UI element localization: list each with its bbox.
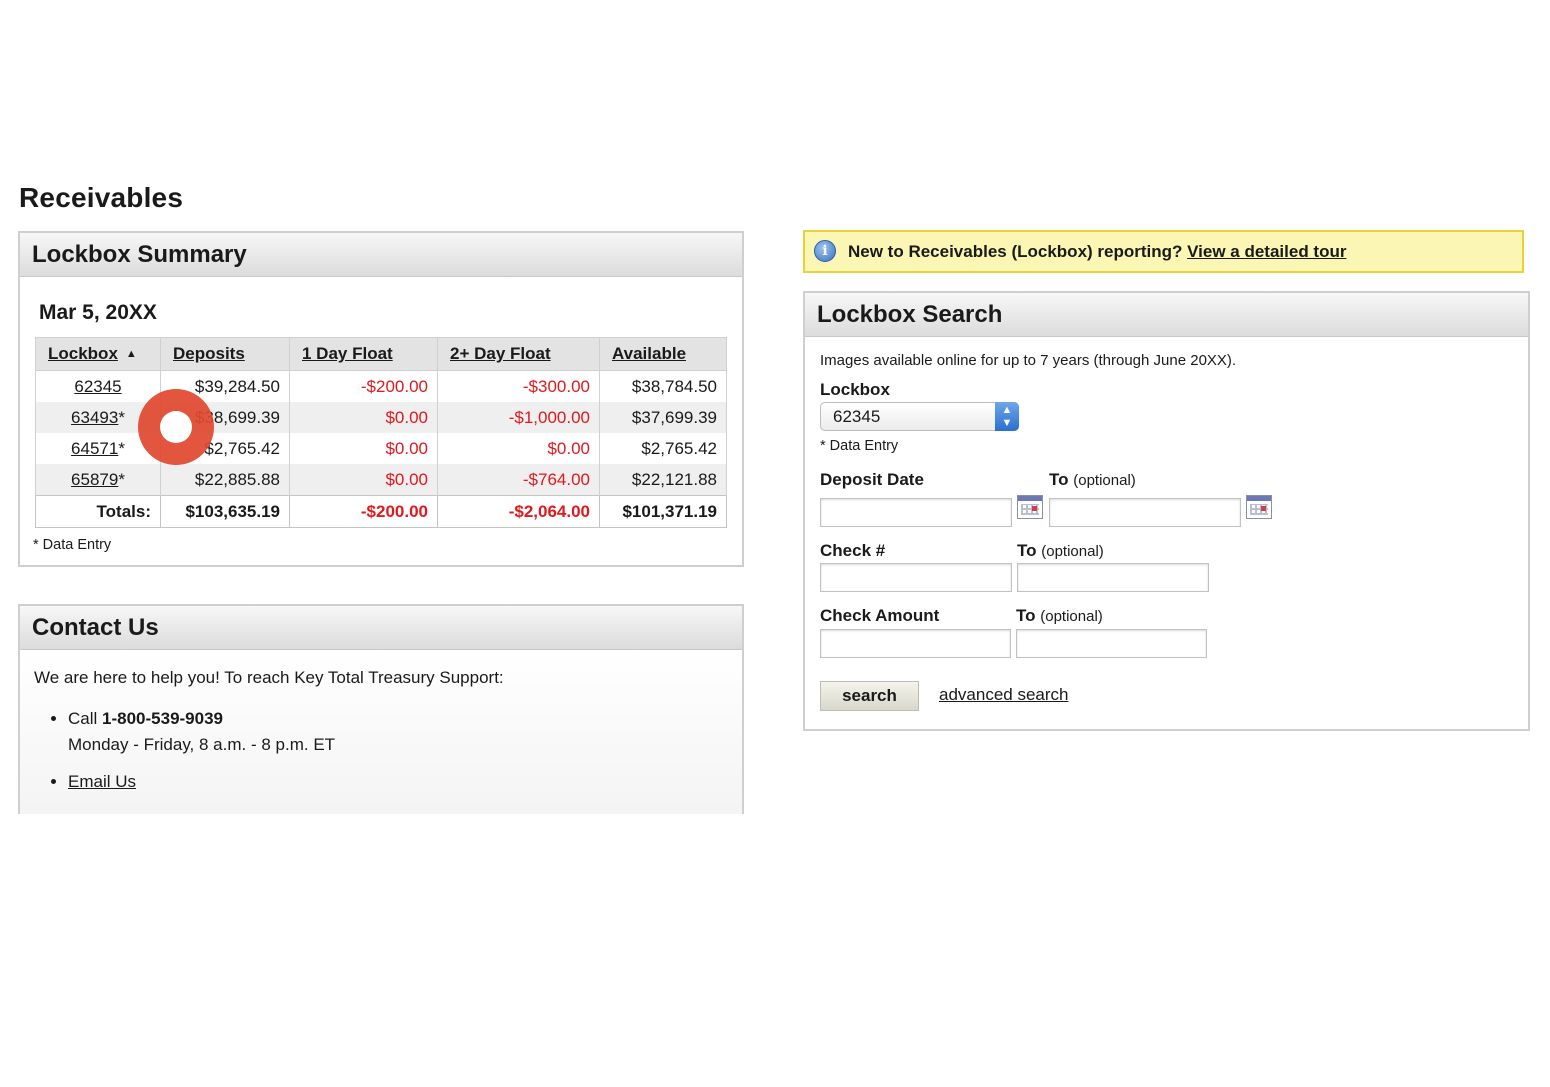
column-header-deposits[interactable]: Deposits xyxy=(160,337,290,371)
data-entry-marker: * xyxy=(118,469,125,489)
deposit-date-from-input[interactable] xyxy=(820,498,1012,527)
images-availability-note: Images available online for up to 7 year… xyxy=(820,352,1237,369)
to-text: To xyxy=(1017,541,1037,560)
lockbox-summary-panel: Lockbox Summary Mar 5, 20XX Lockbox ▲ Dep… xyxy=(18,231,744,567)
data-entry-note: * Data Entry xyxy=(820,438,899,454)
data-entry-footnote: * Data Entry xyxy=(33,537,112,553)
float-1-day-cell: -$200.00 xyxy=(289,370,438,402)
available-cell: $22,121.88 xyxy=(599,464,727,496)
summary-date: Mar 5, 20XX xyxy=(39,301,157,324)
float-1-day-cell: $0.00 xyxy=(289,464,438,496)
column-header-available[interactable]: Available xyxy=(599,337,727,371)
column-header-lockbox[interactable]: Lockbox ▲ xyxy=(35,337,161,371)
check-number-label: Check # xyxy=(820,541,886,560)
data-entry-marker: * xyxy=(118,407,125,427)
totals-label: Totals: xyxy=(35,495,161,528)
lockbox-select-value: 62345 xyxy=(833,407,881,426)
search-button[interactable]: search xyxy=(820,681,919,711)
float-2-day-cell: $0.00 xyxy=(437,433,600,464)
support-phone: 1-800-539-9039 xyxy=(102,709,223,728)
available-cell: $38,784.50 xyxy=(599,370,727,402)
advanced-search-link[interactable]: advanced search xyxy=(939,685,1068,705)
lockbox-cell: 65879* xyxy=(35,464,161,496)
lockbox-summary-header: Lockbox Summary xyxy=(20,233,742,277)
contact-email-item: Email Us xyxy=(68,769,335,795)
available-cell: $2,765.42 xyxy=(599,433,727,464)
sort-lockbox-link[interactable]: Lockbox xyxy=(48,344,118,363)
totals-float-2-day: -$2,064.00 xyxy=(437,495,600,528)
lockbox-link[interactable]: 62345 xyxy=(74,377,121,396)
column-header-2-day-float[interactable]: 2+ Day Float xyxy=(437,337,600,371)
tour-info-bar: i New to Receivables (Lockbox) reporting… xyxy=(803,230,1524,273)
table-row: 65879* $22,885.88 $0.00 -$764.00 $22,121… xyxy=(35,464,727,496)
check-amount-label: Check Amount xyxy=(820,606,940,625)
float-2-day-cell: -$764.00 xyxy=(437,464,600,496)
sort-1-day-float-link[interactable]: 1 Day Float xyxy=(302,344,393,363)
optional-text: (optional) xyxy=(1041,543,1104,560)
contact-us-header: Contact Us xyxy=(20,606,742,650)
check-amount-to-input[interactable] xyxy=(1016,629,1207,658)
float-1-day-cell: $0.00 xyxy=(289,402,438,433)
data-entry-marker: * xyxy=(118,438,125,458)
lockbox-cell: 62345 xyxy=(35,370,161,402)
check-number-to-label: To (optional) xyxy=(1017,541,1104,561)
tour-info-text: New to Receivables (Lockbox) reporting? xyxy=(848,242,1188,261)
totals-row: Totals: $103,635.19 -$200.00 -$2,064.00 … xyxy=(35,495,727,528)
table-row: 62345 $39,284.50 -$200.00 -$300.00 $38,7… xyxy=(35,370,727,402)
lockbox-label: Lockbox xyxy=(820,380,890,399)
sort-2-day-float-link[interactable]: 2+ Day Float xyxy=(450,344,551,363)
contact-list: Call 1-800-539-9039 Monday - Friday, 8 a… xyxy=(44,706,335,806)
page-title: Receivables xyxy=(19,182,184,213)
check-number-to-input[interactable] xyxy=(1017,563,1209,592)
float-2-day-cell: -$1,000.00 xyxy=(437,402,600,433)
to-text: To xyxy=(1049,470,1069,489)
info-icon: i xyxy=(814,240,836,262)
select-updown-icon[interactable]: ▲ ▼ xyxy=(995,402,1019,431)
deposit-date-to-label: To (optional) xyxy=(1049,470,1136,490)
call-prefix: Call xyxy=(68,709,103,728)
touch-indicator xyxy=(138,389,214,465)
column-header-1-day-float[interactable]: 1 Day Float xyxy=(289,337,438,371)
totals-float-1-day: -$200.00 xyxy=(289,495,438,528)
lockbox-link[interactable]: 65879 xyxy=(71,470,118,489)
email-us-link[interactable]: Email Us xyxy=(68,772,136,791)
detailed-tour-link[interactable]: View a detailed tour xyxy=(1187,242,1346,261)
deposit-date-to-input[interactable] xyxy=(1049,498,1241,527)
totals-available: $101,371.19 xyxy=(599,495,727,528)
check-amount-from-input[interactable] xyxy=(820,629,1011,658)
sort-available-link[interactable]: Available xyxy=(612,344,686,363)
lockbox-select[interactable]: 62345 ▲ ▼ xyxy=(820,402,1019,431)
lockbox-search-panel: Lockbox Search Images available online f… xyxy=(803,291,1530,731)
sort-deposits-link[interactable]: Deposits xyxy=(173,344,245,363)
deposit-date-label: Deposit Date xyxy=(820,470,924,489)
lockbox-link[interactable]: 63493 xyxy=(71,408,118,427)
contact-intro: We are here to help you! To reach Key To… xyxy=(34,668,504,687)
calendar-icon[interactable] xyxy=(1017,495,1043,519)
check-number-from-input[interactable] xyxy=(820,563,1012,592)
contact-phone-item: Call 1-800-539-9039 Monday - Friday, 8 a… xyxy=(68,706,335,758)
totals-deposits: $103,635.19 xyxy=(160,495,290,528)
sort-ascending-icon[interactable]: ▲ xyxy=(126,348,137,360)
support-hours: Monday - Friday, 8 a.m. - 8 p.m. ET xyxy=(68,735,336,754)
float-1-day-cell: $0.00 xyxy=(289,433,438,464)
deposits-cell: $22,885.88 xyxy=(160,464,290,496)
calendar-icon[interactable] xyxy=(1246,495,1272,519)
optional-text: (optional) xyxy=(1073,472,1136,489)
available-cell: $37,699.39 xyxy=(599,402,727,433)
to-text: To xyxy=(1016,606,1036,625)
table-header-row: Lockbox ▲ Deposits 1 Day Float 2+ Day Flo… xyxy=(35,337,727,371)
contact-us-panel: Contact Us We are here to help you! To r… xyxy=(18,604,744,814)
check-amount-to-label: To (optional) xyxy=(1016,606,1103,626)
lockbox-link[interactable]: 64571 xyxy=(71,439,118,458)
optional-text: (optional) xyxy=(1040,608,1103,625)
lockbox-search-header: Lockbox Search xyxy=(805,293,1528,337)
float-2-day-cell: -$300.00 xyxy=(437,370,600,402)
